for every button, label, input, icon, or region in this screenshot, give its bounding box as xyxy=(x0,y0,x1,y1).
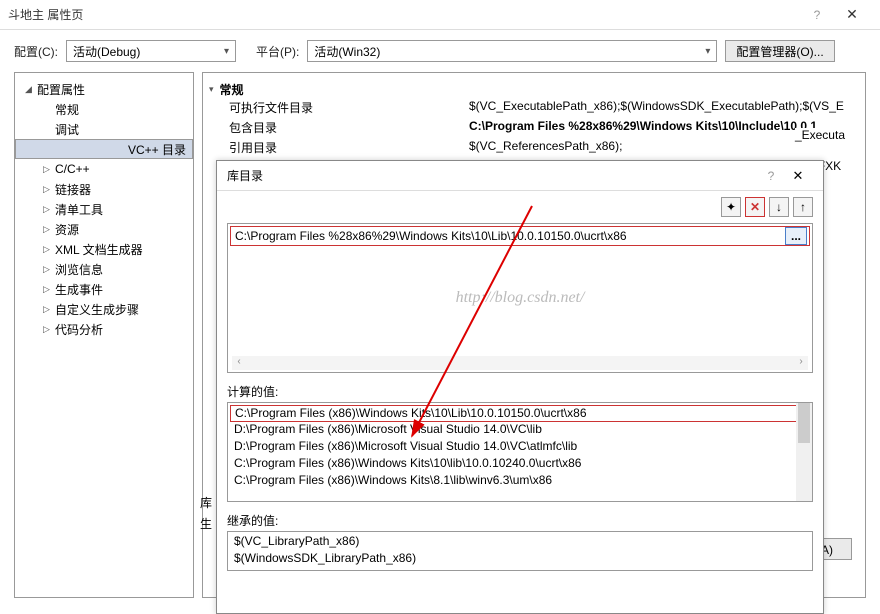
prop-value[interactable]: $(VC_ExecutablePath_x86);$(WindowsSDK_Ex… xyxy=(469,99,859,119)
window-title: 斗地主 属性页 xyxy=(8,6,802,23)
expand-icon[interactable]: ▷ xyxy=(43,184,55,195)
config-select[interactable]: 活动(Debug)▾ xyxy=(66,40,236,62)
library-dirs-dialog: 库目录 ? ✕ ✦ ✕ ↓ ↑ ... http://blog.csdn.net… xyxy=(216,160,824,614)
tree-item[interactable]: ▷链接器 xyxy=(15,179,193,199)
tree-item[interactable]: 常规 xyxy=(15,99,193,119)
calc-values-list[interactable]: C:\Program Files (x86)\Windows Kits\10\L… xyxy=(227,402,813,502)
platform-label: 平台(P): xyxy=(256,43,299,60)
expand-icon[interactable]: ▷ xyxy=(43,304,55,315)
dialog-titlebar: 库目录 ? ✕ xyxy=(217,161,823,191)
tree-item[interactable]: ▷浏览信息 xyxy=(15,259,193,279)
tree-item[interactable]: ▷清单工具 xyxy=(15,199,193,219)
prop-key: 可执行文件目录 xyxy=(229,99,469,119)
scroll-thumb[interactable] xyxy=(798,403,810,443)
prop-key: 包含目录 xyxy=(229,119,469,139)
tree-item[interactable]: 调试 xyxy=(15,119,193,139)
tree-item[interactable]: ▷代码分析 xyxy=(15,319,193,339)
expand-icon[interactable]: ▷ xyxy=(43,204,55,215)
help-icon[interactable]: ? xyxy=(759,169,783,183)
watermark: http://blog.csdn.net/ xyxy=(456,289,585,307)
move-up-button[interactable]: ↑ xyxy=(793,197,813,217)
nav-tree[interactable]: ◢ 配置属性 常规调试VC++ 目录▷C/C++▷链接器▷清单工具▷资源▷XML… xyxy=(14,72,194,598)
group-header[interactable]: ▾ 常规 xyxy=(209,79,859,99)
config-manager-button[interactable]: 配置管理器(O)... xyxy=(725,40,834,62)
calc-line: D:\Program Files (x86)\Microsoft Visual … xyxy=(230,422,810,439)
inherit-line: $(VC_LibraryPath_x86) xyxy=(230,534,810,551)
dialog-toolbar: ✦ ✕ ↓ ↑ xyxy=(217,191,823,223)
calc-line: C:\Program Files (x86)\Windows Kits\8.1\… xyxy=(230,473,810,490)
expand-icon[interactable]: ▷ xyxy=(43,224,55,235)
help-icon[interactable]: ? xyxy=(802,8,832,22)
close-icon[interactable]: ✕ xyxy=(832,6,872,23)
path-list[interactable]: ... http://blog.csdn.net/ ‹ › xyxy=(227,223,813,373)
tree-item[interactable]: ▷资源 xyxy=(15,219,193,239)
tree-item[interactable]: ▷生成事件 xyxy=(15,279,193,299)
calc-line: C:\Program Files (x86)\Windows Kits\10\L… xyxy=(230,405,810,422)
browse-button[interactable]: ... xyxy=(785,227,807,245)
tree-item[interactable]: VC++ 目录 xyxy=(15,139,193,159)
expand-icon[interactable]: ▷ xyxy=(43,264,55,275)
chevron-down-icon: ▾ xyxy=(224,46,229,57)
tree-item[interactable]: ▷自定义生成步骤 xyxy=(15,299,193,319)
h-scrollbar[interactable]: ‹ › xyxy=(232,356,808,370)
path-row-active[interactable]: ... xyxy=(230,226,810,246)
calc-label: 计算的值: xyxy=(217,373,823,402)
config-label: 配置(C): xyxy=(14,43,58,60)
calc-line: D:\Program Files (x86)\Microsoft Visual … xyxy=(230,439,810,456)
tree-root[interactable]: ◢ 配置属性 xyxy=(15,79,193,99)
property-row[interactable]: 引用目录$(VC_ReferencesPath_x86); xyxy=(209,139,859,159)
expand-icon[interactable]: ▷ xyxy=(43,324,55,335)
behind-labels: 库 生 xyxy=(200,494,212,532)
truncated-text: _Executa xyxy=(795,128,845,142)
config-bar: 配置(C): 活动(Debug)▾ 平台(P): 活动(Win32)▾ 配置管理… xyxy=(0,30,880,72)
main-titlebar: 斗地主 属性页 ? ✕ xyxy=(0,0,880,30)
delete-button[interactable]: ✕ xyxy=(745,197,765,217)
collapse-icon[interactable]: ◢ xyxy=(25,84,37,95)
close-icon[interactable]: ✕ xyxy=(783,168,813,184)
inherit-values-list: $(VC_LibraryPath_x86)$(WindowsSDK_Librar… xyxy=(227,531,813,571)
expand-icon[interactable]: ▷ xyxy=(43,244,55,255)
chevron-down-icon: ▾ xyxy=(705,46,710,57)
scroll-right-icon[interactable]: › xyxy=(794,356,808,370)
property-row[interactable]: 可执行文件目录$(VC_ExecutablePath_x86);$(Window… xyxy=(209,99,859,119)
calc-line: C:\Program Files (x86)\Windows Kits\10\l… xyxy=(230,456,810,473)
tree-item[interactable]: ▷XML 文档生成器 xyxy=(15,239,193,259)
chevron-down-icon: ▾ xyxy=(209,84,214,95)
prop-key: 引用目录 xyxy=(229,139,469,159)
dialog-title: 库目录 xyxy=(227,167,759,184)
scroll-left-icon[interactable]: ‹ xyxy=(232,356,246,370)
inherit-label: 继承的值: xyxy=(217,502,823,531)
new-line-button[interactable]: ✦ xyxy=(721,197,741,217)
inherit-line: $(WindowsSDK_LibraryPath_x86) xyxy=(230,551,810,568)
path-input[interactable] xyxy=(231,229,785,243)
move-down-button[interactable]: ↓ xyxy=(769,197,789,217)
expand-icon[interactable]: ▷ xyxy=(43,164,55,175)
platform-select[interactable]: 活动(Win32)▾ xyxy=(307,40,717,62)
tree-item[interactable]: ▷C/C++ xyxy=(15,159,193,179)
v-scrollbar[interactable] xyxy=(796,403,812,501)
property-row[interactable]: 包含目录C:\Program Files %28x86%29\Windows K… xyxy=(209,119,859,139)
prop-value[interactable]: $(VC_ReferencesPath_x86); xyxy=(469,139,859,159)
expand-icon[interactable]: ▷ xyxy=(43,284,55,295)
